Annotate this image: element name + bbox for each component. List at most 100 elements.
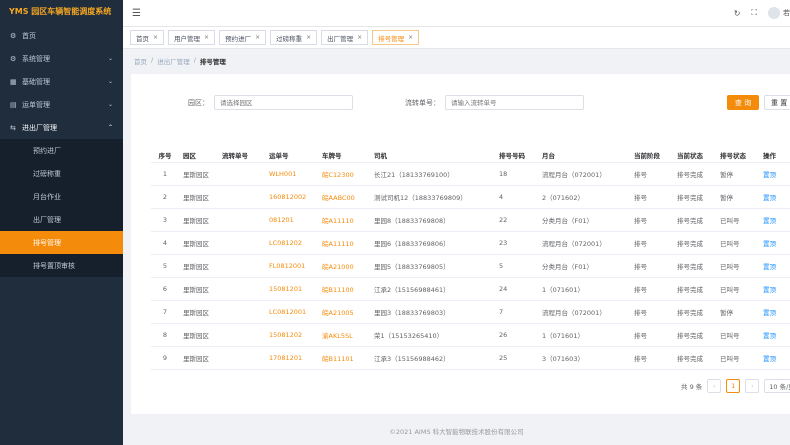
table-cell: 排号完成 <box>677 355 703 363</box>
breadcrumb-home[interactable]: 首页 <box>134 56 147 66</box>
close-icon[interactable]: × <box>408 34 413 41</box>
tab-2[interactable]: 预约进厂 × <box>219 30 267 45</box>
tab-1[interactable]: 用户管理 × <box>168 30 216 45</box>
sidebar-item-2[interactable]: ▦ 基础管理 ⌄ <box>0 70 123 93</box>
queue-table: 序号 园区 流转单号 运单号 车牌号 司机 排号号码 月台 当前阶段 当前状态 排号状态 操作 1 里斯园… <box>151 147 790 370</box>
tab-0[interactable]: 首页 × <box>130 30 165 45</box>
table-cell: 23 <box>499 239 508 247</box>
park-select[interactable] <box>214 95 353 110</box>
sidebar-subitem-label: 排号管理 <box>33 238 61 247</box>
table-row: 9 里斯园区 17081201 皖B11101 江承3（15156988462） 25 3（… <box>151 347 790 370</box>
table-cell: 排号 <box>634 194 647 202</box>
table-cell: 2（071602） <box>542 194 584 202</box>
sidebar-item-3[interactable]: ▤ 运单管理 ⌄ <box>0 93 123 116</box>
sidebar-subitem-0[interactable]: 预约进厂 <box>0 139 123 162</box>
flow-number-input[interactable] <box>445 95 584 110</box>
sidebar-item-4[interactable]: ⇆ 进出厂管理 ⌃ <box>0 116 123 139</box>
table-row: 6 里斯园区 15081201 皖B11100 江承2（15156988461） 24 1（… <box>151 278 790 301</box>
pin-top-link[interactable]: 置顶 <box>758 215 788 225</box>
chevron-icon: ⌄ <box>107 101 113 108</box>
sidebar-subitem-1[interactable]: 过磅称重 <box>0 162 123 185</box>
table-cell: 7 <box>499 308 504 316</box>
table-cell: 160812002 <box>269 193 307 201</box>
table-cell: 里斯园区 <box>183 240 209 248</box>
pin-top-link[interactable]: 置顶 <box>758 238 788 248</box>
table-cell: 排号完成 <box>677 263 703 271</box>
hamburger-icon[interactable]: ☰ <box>132 8 141 19</box>
table-row: 5 里斯园区 FL0812001 皖A21000 里园5（18833769805） 5 分类… <box>151 255 790 278</box>
refresh-icon[interactable]: ↻ <box>734 9 741 18</box>
table-cell: 3 <box>162 216 168 224</box>
pin-top-link[interactable]: 置顶 <box>758 353 788 363</box>
close-icon[interactable]: × <box>204 34 209 41</box>
table-cell: 排号完成 <box>677 332 703 340</box>
table-cell: 里斯园区 <box>183 217 209 225</box>
table-cell: 22 <box>499 216 508 224</box>
column-header: 操作 <box>763 151 776 160</box>
sidebar-subitem-5[interactable]: 排号置顶审核 <box>0 254 123 277</box>
column-header: 排号状态 <box>720 151 746 160</box>
table-cell: 里斯园区 <box>183 194 209 202</box>
table-cell: 排号 <box>634 286 647 294</box>
table-cell: 里园8（18833769808） <box>374 217 450 225</box>
pin-top-link[interactable]: 置顶 <box>758 261 788 271</box>
table-cell: 排号 <box>634 355 647 363</box>
sidebar-subitem-4[interactable]: 排号管理 <box>0 231 123 254</box>
table-cell: 排号 <box>634 309 647 317</box>
sidebar-item-label: 基础管理 <box>22 77 50 86</box>
pin-top-link[interactable]: 置顶 <box>758 192 788 202</box>
table-cell: 已叫号 <box>720 263 740 271</box>
sidebar-item-1[interactable]: ⚙ 系统管理 ⌄ <box>0 47 123 70</box>
table-cell: 6 <box>162 285 168 293</box>
table-row: 8 里斯园区 15081202 渝AKL5SL 荣1（15153265410） 26 1（0… <box>151 324 790 347</box>
query-button[interactable]: 查 询 <box>727 95 759 110</box>
chevron-icon: ⌄ <box>107 55 113 62</box>
tab-4[interactable]: 出厂管理 × <box>321 30 369 45</box>
close-icon[interactable]: × <box>357 34 362 41</box>
park-label: 园区： <box>188 98 209 107</box>
user-name[interactable]: 若 <box>783 8 790 18</box>
table-cell: 3（071603） <box>542 355 584 363</box>
avatar[interactable] <box>768 7 780 19</box>
tab-bar: 首页 × 用户管理 × 预约进厂 × 过磅称重 × 出厂管理 × 排号管理 × <box>123 27 790 49</box>
table-cell: 长江21（18133769100） <box>374 171 454 179</box>
grid-icon: ▦ <box>10 77 17 86</box>
sidebar-subitem-label: 月台作业 <box>33 192 61 201</box>
prev-page-button[interactable]: ‹ <box>707 379 722 393</box>
sidebar-item-label: 系统管理 <box>22 54 50 63</box>
reset-button-label: 重 置 <box>771 98 788 107</box>
pin-top-link[interactable]: 置顶 <box>758 307 788 317</box>
fullscreen-icon[interactable]: ⛶ <box>751 8 757 18</box>
table-cell: 皖B11100 <box>322 286 354 294</box>
table-cell: 排号 <box>634 332 647 340</box>
tab-3[interactable]: 过磅称重 × <box>270 30 318 45</box>
pin-top-link[interactable]: 置顶 <box>758 284 788 294</box>
sidebar-subitem-2[interactable]: 月台作业 <box>0 185 123 208</box>
pin-top-link[interactable]: 置顶 <box>758 330 788 340</box>
sidebar-item-0[interactable]: ⚙ 首页 <box>0 24 123 47</box>
page-size-select[interactable]: 10 条/页 <box>764 379 790 393</box>
close-icon[interactable]: × <box>255 34 260 41</box>
tab-5[interactable]: 排号管理 × <box>372 30 420 45</box>
table-cell: 7 <box>162 308 168 316</box>
table-row: 4 里斯园区 LC081202 皖A11110 里园6（18833769806） 23 流程… <box>151 232 790 255</box>
page-1-button[interactable]: 1 <box>726 379 741 393</box>
reset-button[interactable]: 重 置 <box>764 95 790 110</box>
table-cell: 24 <box>499 285 508 293</box>
table-row: 1 里斯园区 WLH001 皖C12300 长江21（18133769100） 18 流程月… <box>151 163 790 186</box>
tab-label: 首页 <box>136 34 149 43</box>
next-page-button[interactable]: › <box>745 379 760 393</box>
breadcrumb-parent[interactable]: 进出厂管理 <box>157 56 190 66</box>
close-icon[interactable]: × <box>153 34 158 41</box>
main-panel: 园区： 流转单号： 查 询 重 置 序号 园区 流转单号 运单号 车牌号 司机 排号号码 月台… <box>131 74 790 414</box>
table-cell: 已叫号 <box>720 240 740 248</box>
table-cell: 江承3（15156988462） <box>374 355 450 363</box>
app-title: YMS 园区车辆智能调度系统 <box>9 7 112 16</box>
close-icon[interactable]: × <box>306 34 311 41</box>
table-cell: 已叫号 <box>720 286 740 294</box>
table-cell: 排号 <box>634 263 647 271</box>
sidebar-subitem-3[interactable]: 出厂管理 <box>0 208 123 231</box>
table-cell: 已叫号 <box>720 355 740 363</box>
chevron-icon: ⌄ <box>107 78 113 85</box>
pin-top-link[interactable]: 置顶 <box>758 169 788 179</box>
